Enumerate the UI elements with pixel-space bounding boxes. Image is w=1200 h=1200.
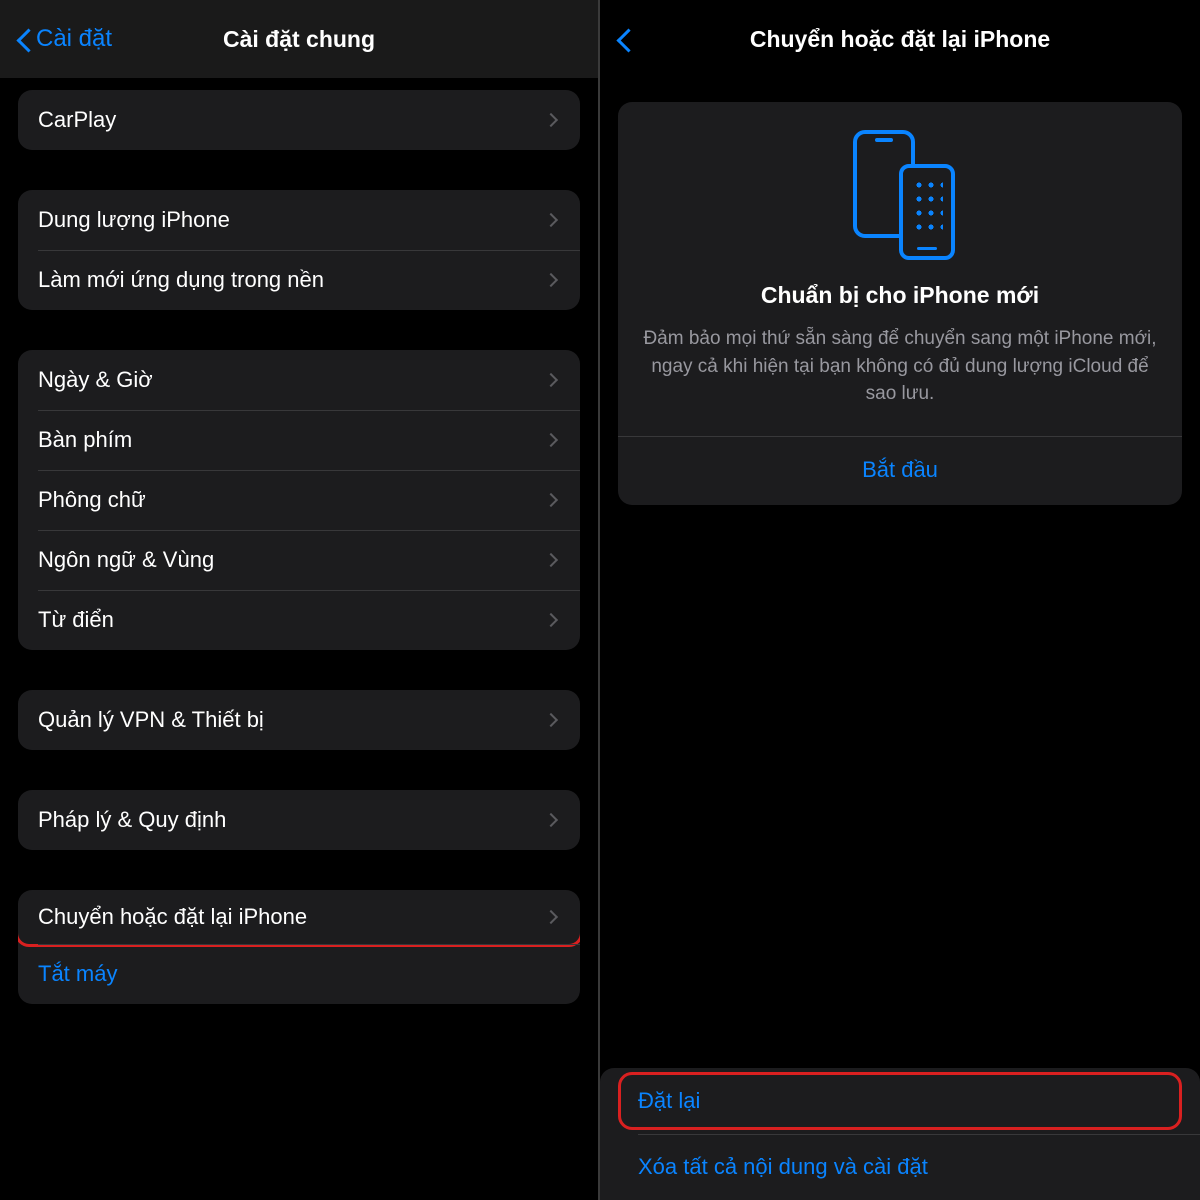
chevron-right-icon (544, 113, 558, 127)
row-label: Quản lý VPN & Thiết bị (38, 707, 546, 733)
row-carplay[interactable]: CarPlay (18, 90, 580, 150)
settings-group: Dung lượng iPhone Làm mới ứng dụng trong… (18, 190, 580, 310)
row-label: Phông chữ (38, 487, 546, 513)
row-label: Bàn phím (38, 427, 546, 453)
row-keyboard[interactable]: Bàn phím (18, 410, 580, 470)
settings-group: Quản lý VPN & Thiết bị (18, 690, 580, 750)
right-screenshot: Chuyển hoặc đặt lại iPhone Chuẩn bị cho … (600, 0, 1200, 1200)
chevron-right-icon (544, 273, 558, 287)
row-label: Chuyển hoặc đặt lại iPhone (38, 904, 546, 930)
row-erase-all[interactable]: Xóa tất cả nội dung và cài đặt (600, 1134, 1200, 1200)
reset-options-group: Đặt lại Xóa tất cả nội dung và cài đặt (600, 1068, 1200, 1200)
row-label: Từ điển (38, 607, 546, 633)
chevron-right-icon (544, 553, 558, 567)
chevron-right-icon (544, 813, 558, 827)
chevron-right-icon (544, 910, 558, 924)
row-dictionary[interactable]: Từ điển (18, 590, 580, 650)
page-title: Chuyển hoặc đặt lại iPhone (600, 26, 1200, 53)
row-label: Ngôn ngữ & Vùng (38, 547, 546, 573)
prepare-card: Chuẩn bị cho iPhone mới Đảm bảo mọi thứ … (618, 102, 1182, 505)
row-label: Tắt máy (38, 961, 560, 987)
row-label: Pháp lý & Quy định (38, 807, 546, 833)
chevron-right-icon (544, 713, 558, 727)
phone-transfer-icon (642, 130, 1158, 260)
page-title: Cài đặt chung (0, 26, 598, 53)
settings-group: Ngày & Giờ Bàn phím Phông chữ Ngôn ngữ &… (18, 350, 580, 650)
row-fonts[interactable]: Phông chữ (18, 470, 580, 530)
chevron-right-icon (544, 433, 558, 447)
row-transfer-reset[interactable]: Chuyển hoặc đặt lại iPhone (18, 890, 580, 947)
card-description: Đảm bảo mọi thứ sẵn sàng để chuyển sang … (642, 325, 1158, 408)
row-label: CarPlay (38, 107, 546, 133)
row-label: Đặt lại (638, 1088, 700, 1113)
row-vpn-device[interactable]: Quản lý VPN & Thiết bị (18, 690, 580, 750)
settings-content[interactable]: CarPlay Dung lượng iPhone Làm mới ứng dụ… (0, 78, 598, 1200)
get-started-button[interactable]: Bắt đầu (642, 437, 1158, 483)
nav-bar: Chuyển hoặc đặt lại iPhone (600, 0, 1200, 78)
settings-group: Chuyển hoặc đặt lại iPhone Tắt máy (18, 890, 580, 1004)
row-label: Làm mới ứng dụng trong nền (38, 267, 546, 293)
chevron-right-icon (544, 213, 558, 227)
row-storage[interactable]: Dung lượng iPhone (18, 190, 580, 250)
row-language-region[interactable]: Ngôn ngữ & Vùng (18, 530, 580, 590)
chevron-right-icon (544, 493, 558, 507)
chevron-right-icon (544, 373, 558, 387)
left-screenshot: Cài đặt Cài đặt chung CarPlay Dung lượng… (0, 0, 600, 1200)
nav-bar: Cài đặt Cài đặt chung (0, 0, 598, 78)
settings-group: Pháp lý & Quy định (18, 790, 580, 850)
row-label: Dung lượng iPhone (38, 207, 546, 233)
row-reset[interactable]: Đặt lại (600, 1068, 1200, 1134)
row-background-refresh[interactable]: Làm mới ứng dụng trong nền (18, 250, 580, 310)
row-legal[interactable]: Pháp lý & Quy định (18, 790, 580, 850)
row-shutdown[interactable]: Tắt máy (18, 944, 580, 1004)
chevron-right-icon (544, 613, 558, 627)
highlight-annotation (618, 1072, 1182, 1130)
settings-group: CarPlay (18, 90, 580, 150)
card-title: Chuẩn bị cho iPhone mới (642, 282, 1158, 309)
transfer-content[interactable]: Chuẩn bị cho iPhone mới Đảm bảo mọi thứ … (600, 78, 1200, 1200)
row-date-time[interactable]: Ngày & Giờ (18, 350, 580, 410)
row-label: Ngày & Giờ (38, 367, 546, 393)
row-label: Xóa tất cả nội dung và cài đặt (638, 1154, 928, 1179)
